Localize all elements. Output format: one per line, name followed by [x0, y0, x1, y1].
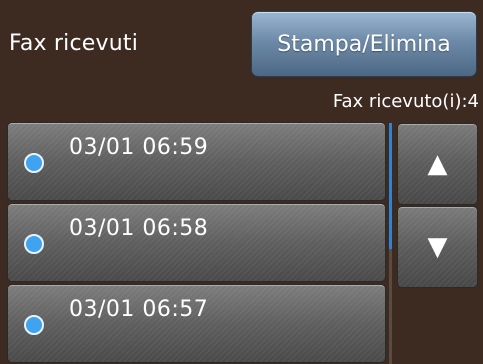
arrow-down-icon: ▼: [427, 232, 448, 262]
scroll-up-button[interactable]: ▲: [398, 124, 477, 204]
fax-list-item[interactable]: 03/01 06:58: [8, 204, 385, 281]
fax-list-item[interactable]: 03/01 06:57: [8, 285, 385, 362]
screen-title: Fax ricevuti: [9, 31, 139, 56]
unread-dot-icon: [24, 315, 44, 335]
unread-dot-icon: [24, 234, 44, 254]
fax-received-screen: Fax ricevuti Stampa/Elimina Fax ricevuto…: [0, 0, 483, 364]
unread-dot-icon: [24, 153, 44, 173]
scrollbar-thumb[interactable]: [389, 123, 392, 249]
fax-list-item-label: 03/01 06:59: [69, 135, 209, 160]
arrow-up-icon: ▲: [427, 149, 448, 179]
print-delete-button[interactable]: Stampa/Elimina: [252, 12, 476, 76]
fax-list-item-label: 03/01 06:57: [69, 297, 209, 322]
scroll-down-button[interactable]: ▼: [398, 207, 477, 287]
received-count-label: Fax ricevuto(i):4: [332, 91, 479, 112]
fax-list: 03/01 06:59 03/01 06:58 03/01 06:57: [8, 123, 385, 364]
fax-list-item[interactable]: 03/01 06:59: [8, 123, 385, 200]
fax-list-item-label: 03/01 06:58: [69, 216, 209, 241]
